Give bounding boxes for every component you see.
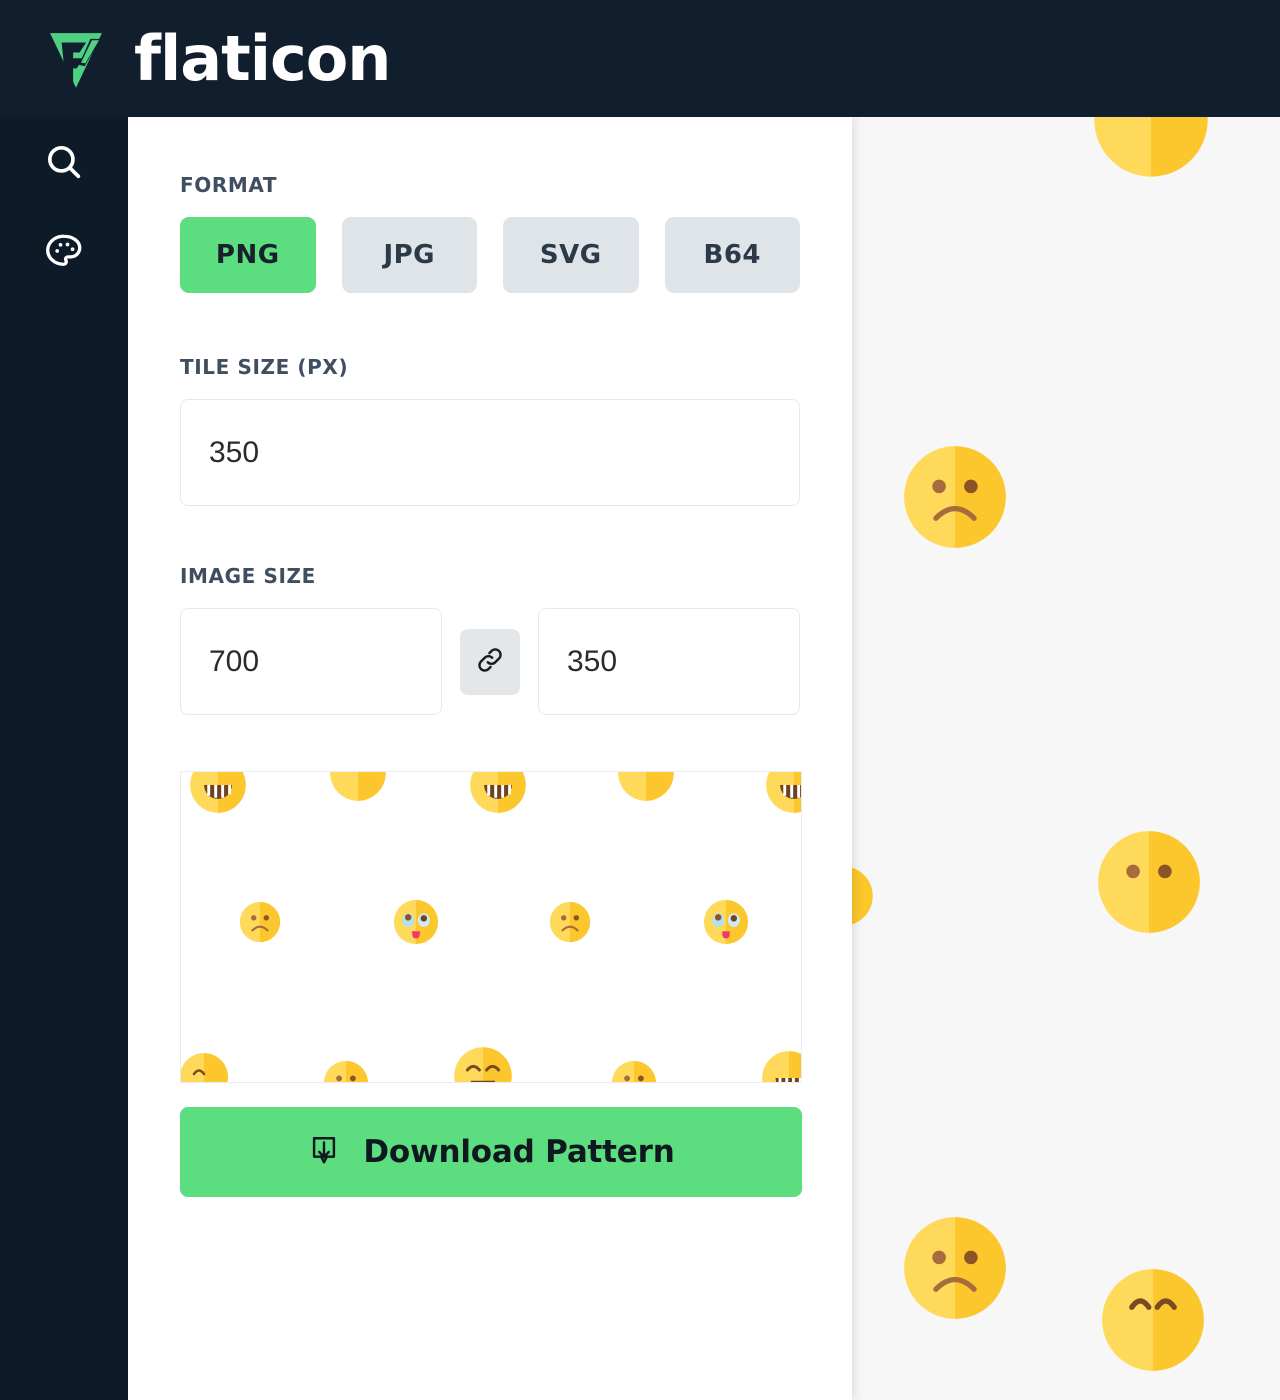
bg-emoji-grin-face-partial bbox=[1102, 1269, 1204, 1371]
format-button-png[interactable]: PNG bbox=[180, 217, 316, 293]
preview-emoji-sad-face bbox=[549, 901, 591, 943]
format-button-jpg[interactable]: JPG bbox=[341, 217, 477, 293]
image-height-input[interactable] bbox=[538, 608, 800, 715]
tile-size-input[interactable] bbox=[180, 399, 800, 506]
image-size-label: IMAGE SIZE bbox=[180, 564, 316, 588]
image-width-input[interactable] bbox=[180, 608, 442, 715]
search-icon bbox=[43, 141, 85, 183]
preview-emoji-laugh-face bbox=[454, 1047, 512, 1082]
preview-emoji-smile-face bbox=[181, 1053, 228, 1082]
preview-emoji-mouthless-face bbox=[324, 1060, 368, 1082]
background-pattern-strip bbox=[852, 117, 1280, 1400]
palette-icon bbox=[43, 231, 85, 273]
preview-emoji-sad-face bbox=[239, 901, 281, 943]
preview-emoji-grin-face bbox=[470, 772, 526, 813]
pattern-preview[interactable] bbox=[180, 771, 802, 1083]
preview-emoji-grin-face bbox=[766, 772, 801, 813]
tile-size-label: TILE SIZE (PX) bbox=[180, 355, 349, 379]
sidebar-item-palette[interactable] bbox=[0, 207, 128, 297]
bg-emoji-mouthless-face bbox=[1098, 831, 1200, 933]
preview-emoji-mouthless-face bbox=[618, 772, 674, 801]
sidebar-item-search[interactable] bbox=[0, 117, 128, 207]
image-size-block: IMAGE SIZE bbox=[180, 564, 800, 715]
format-button-svg[interactable]: SVG bbox=[503, 217, 639, 293]
preview-emoji-tongue-face bbox=[703, 899, 749, 945]
bg-emoji-edge-face-left bbox=[852, 867, 873, 925]
preview-emoji-tongue-face bbox=[393, 899, 439, 945]
download-pattern-label: Download Pattern bbox=[363, 1134, 675, 1170]
app-header: flaticon bbox=[0, 0, 1280, 117]
settings-panel: FORMAT PNG JPG SVG B64 TILE SIZE (PX) IM… bbox=[128, 117, 852, 1400]
bg-emoji-sad-face bbox=[904, 446, 1006, 548]
preview-emoji-grin-face bbox=[190, 772, 246, 813]
download-icon bbox=[307, 1134, 341, 1171]
brand-name: flaticon bbox=[134, 21, 391, 95]
flaticon-pattern-generator: FORMAT PNG JPG SVG B64 TILE SIZE (PX) IM… bbox=[0, 0, 1280, 1400]
tile-size-block: TILE SIZE (PX) bbox=[180, 355, 800, 506]
image-size-row bbox=[180, 608, 800, 715]
format-label: FORMAT bbox=[180, 173, 278, 197]
preview-emoji-grin-face bbox=[762, 1051, 801, 1082]
bg-emoji-mouthless-face bbox=[1094, 117, 1208, 177]
format-button-b64[interactable]: B64 bbox=[664, 217, 800, 293]
aspect-ratio-link-button[interactable] bbox=[460, 628, 520, 695]
preview-emoji-mouthless-face bbox=[612, 1060, 656, 1082]
preview-emoji-mouthless-face bbox=[330, 772, 386, 801]
download-pattern-button[interactable]: Download Pattern bbox=[180, 1107, 802, 1197]
bg-emoji-sad-face bbox=[904, 1217, 1006, 1319]
left-sidebar bbox=[0, 117, 128, 1400]
link-chain-icon bbox=[475, 645, 505, 678]
flaticon-logo-icon[interactable] bbox=[40, 23, 112, 95]
format-button-group: PNG JPG SVG B64 bbox=[180, 217, 800, 293]
